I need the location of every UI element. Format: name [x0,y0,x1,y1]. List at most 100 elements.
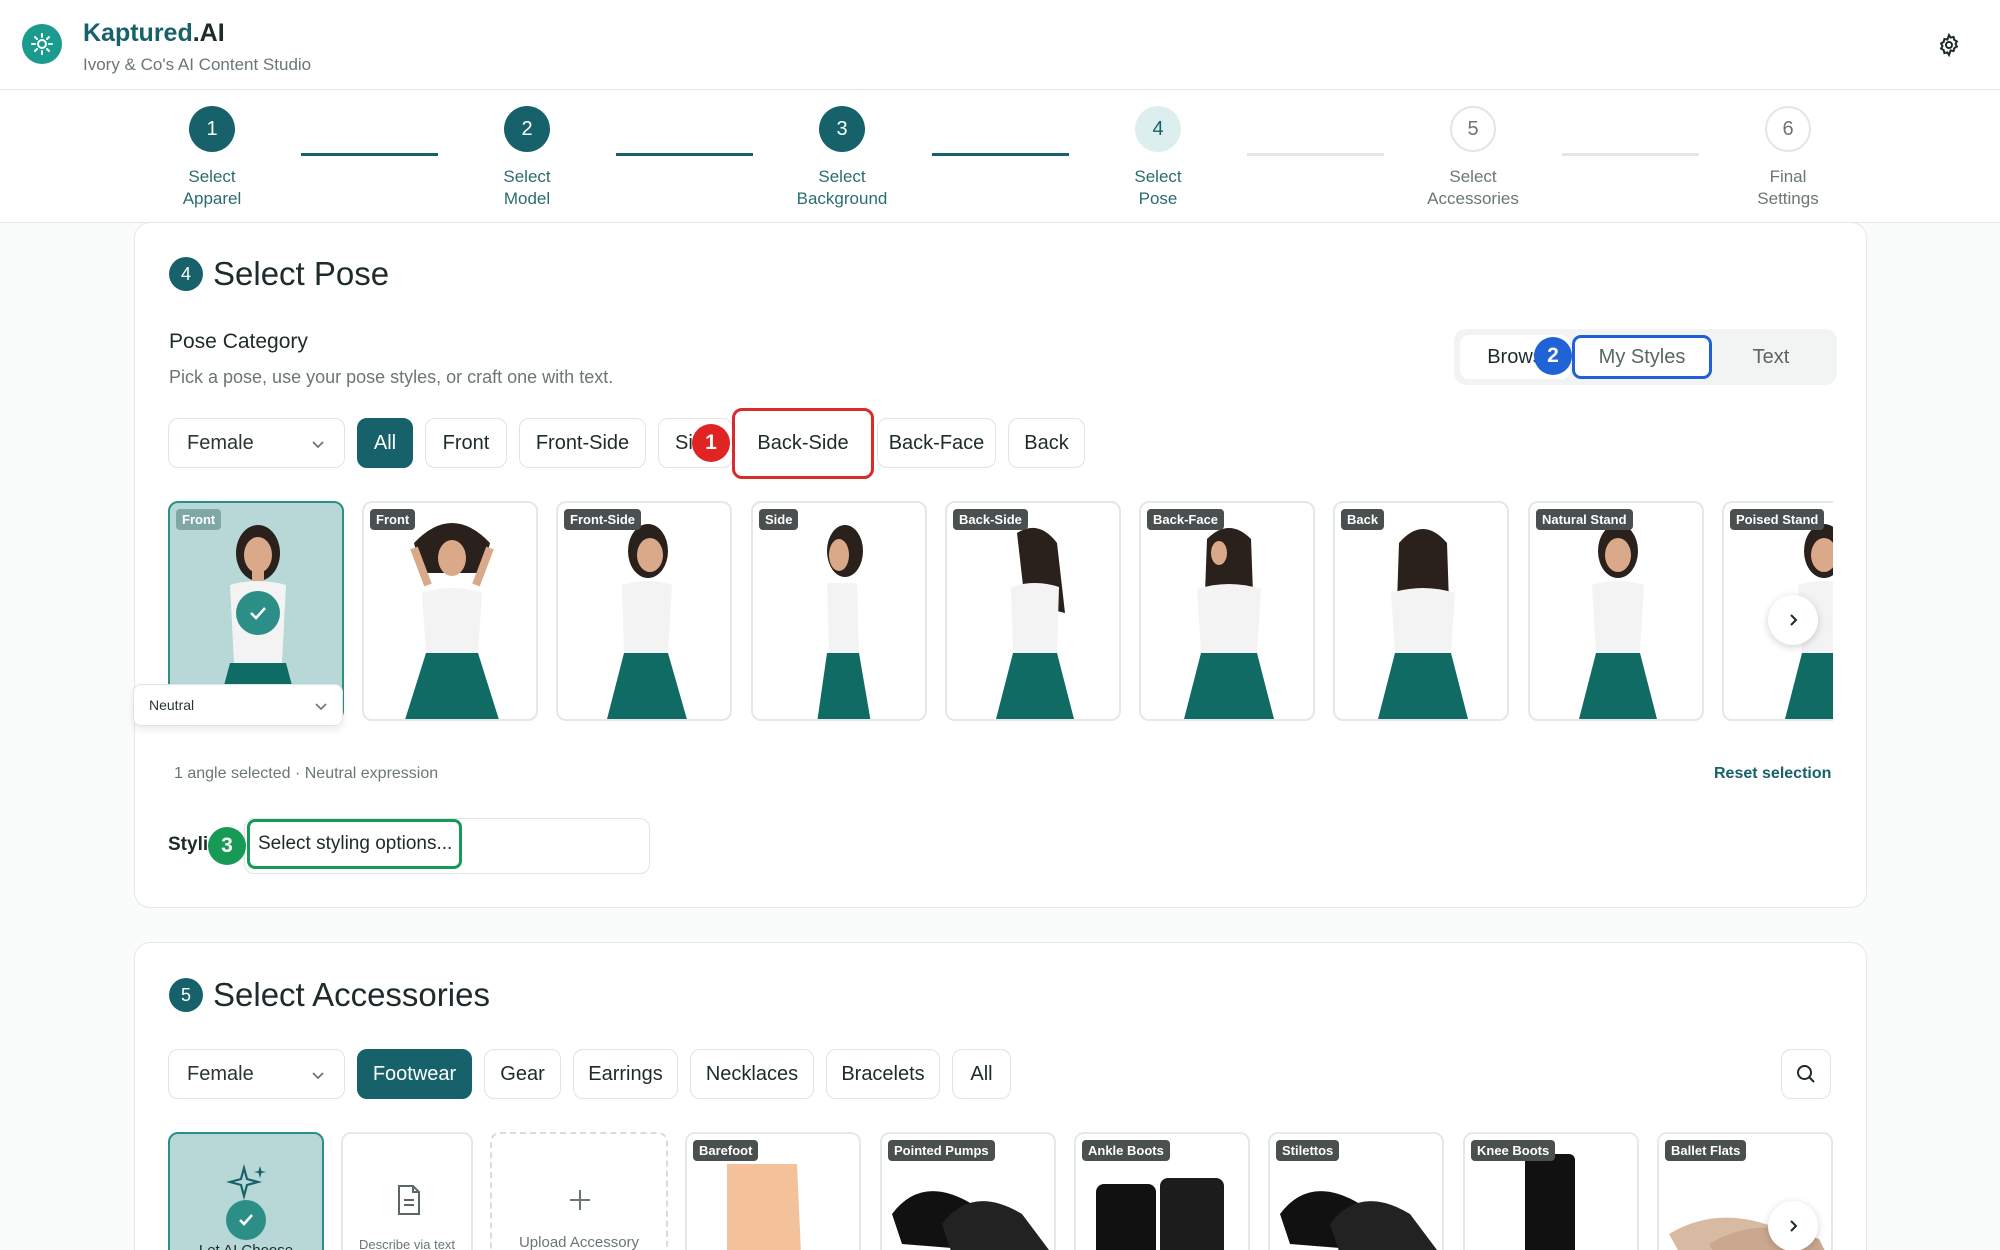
accessory-tile-stilettos[interactable]: Stilettos [1268,1132,1444,1250]
model-figure-back [1378,529,1468,719]
accessory-gender-select[interactable]: Female [168,1049,345,1099]
accessory-carousel-next-button[interactable] [1768,1201,1818,1250]
step-label: Select Background [796,167,888,208]
model-figure-natural-stand [1579,524,1657,719]
pose-filter-front-side[interactable]: Front-Side [519,418,646,468]
annotation-badge-1: 1 [692,424,730,462]
document-icon [398,1185,420,1215]
annotation-badge-3: 3 [208,827,246,865]
accessory-tile-barefoot[interactable]: Barefoot [685,1132,861,1250]
annotation-badge-2: 2 [1534,337,1572,375]
pose-tile-back[interactable]: Back [1333,501,1509,721]
pose-gender-select[interactable]: Female [168,418,345,468]
step-select-accessories[interactable]: 5 Select Accessories [1398,106,1548,210]
step-select-model[interactable]: 2 Select Model [452,106,602,210]
pose-tile-front[interactable]: Front [362,501,538,721]
pose-tag: Poised Stand [1730,509,1825,530]
pose-filter-back-side[interactable]: Back-Side [732,408,874,479]
accessory-tag: Ankle Boots [1082,1140,1170,1161]
check-icon [226,1200,266,1240]
accessory-tag: Knee Boots [1471,1140,1556,1161]
step-select-background[interactable]: 3 Select Background [767,106,917,210]
pose-tag: Front-Side [564,509,641,530]
pose-tile-natural-stand[interactable]: Natural Stand [1528,501,1704,721]
expression-select[interactable]: Neutral [133,684,343,726]
gender-value: Female [187,1063,254,1085]
upload-accessory-tile[interactable]: Upload Accessory [490,1132,668,1250]
describe-via-text-tile[interactable]: Describe via text [341,1132,473,1250]
reset-selection-link[interactable]: Reset selection [1714,765,1831,783]
pose-tag: Front [370,509,416,530]
step-select-pose[interactable]: 4 Select Pose [1083,106,1233,210]
step-number: 4 [1135,106,1181,152]
step-label: Select Model [503,167,551,208]
chevron-down-icon [312,1072,324,1080]
pose-tile-side[interactable]: Side [751,501,927,721]
accessory-tag: Stilettos [1276,1140,1340,1161]
accessory-filter-earrings[interactable]: Earrings [573,1049,678,1099]
accessory-filter-gear[interactable]: Gear [484,1049,561,1099]
pose-category-title: Pose Category [169,330,308,353]
section-number: 5 [169,978,203,1012]
pose-carousel: Front Front Front-Side Side Back-Side Ba… [168,500,1833,736]
accessory-tile-knee-boots[interactable]: Knee Boots [1463,1132,1639,1250]
accessory-filter-necklaces[interactable]: Necklaces [690,1049,814,1099]
pose-tag: Back-Side [953,509,1028,530]
pose-carousel-next-button[interactable] [1768,595,1818,645]
step-connector [1247,153,1384,156]
pose-tile-back-face[interactable]: Back-Face [1139,501,1315,721]
text-mode-button[interactable]: Text [1716,335,1826,379]
accessory-tile-pointed-pumps[interactable]: Pointed Pumps [880,1132,1056,1250]
app-header: Kaptured.AI Ivory & Co's AI Content Stud… [0,0,2000,90]
pose-category-description: Pick a pose, use your pose styles, or cr… [169,367,614,387]
pose-tile-front-side[interactable]: Front-Side [556,501,732,721]
pose-filter-front[interactable]: Front [425,418,507,468]
accessory-filter-all[interactable]: All [952,1049,1011,1099]
pose-filter-back[interactable]: Back [1008,418,1085,468]
accessory-carousel: Let AI Choose Describe via text Upload A… [0,1132,2000,1250]
accessory-filter-footwear[interactable]: Footwear [357,1049,472,1099]
brand-name: Kaptured.AI [83,19,225,47]
accessory-tile-ankle-boots[interactable]: Ankle Boots [1074,1132,1250,1250]
accessory-search-button[interactable] [1781,1049,1831,1099]
model-figure-front [405,523,499,719]
gear-icon[interactable] [1937,32,1961,58]
chevron-right-icon [1790,1220,1798,1232]
model-figure-back-face [1184,528,1274,719]
pose-tag: Side [759,509,799,530]
styling-select[interactable]: Select styling options... [247,819,462,869]
pose-tag: Natural Stand [1536,509,1633,530]
model-figure-back-side [996,527,1074,719]
search-icon [1797,1065,1815,1083]
step-label: Final Settings [1757,167,1819,208]
gender-value: Female [187,432,254,454]
step-label: Select Apparel [182,167,242,208]
accessory-filter-bracelets[interactable]: Bracelets [826,1049,940,1099]
chevron-right-icon [1790,614,1798,626]
selection-status: 1 angle selected · Neutral expression [174,765,439,782]
check-icon [236,591,280,635]
step-connector [932,153,1069,156]
step-final-settings[interactable]: 6 Final Settings [1713,106,1863,210]
pose-filter-back-face[interactable]: Back-Face [877,418,996,468]
plus-icon [570,1190,590,1210]
let-ai-choose-tile[interactable]: Let AI Choose [168,1132,324,1250]
pose-tag: Back [1341,509,1385,530]
section-number: 4 [169,257,203,291]
my-styles-mode-button[interactable]: My Styles [1572,335,1712,379]
step-number: 3 [819,106,865,152]
step-number: 6 [1765,106,1811,152]
step-select-apparel[interactable]: 1 Select Apparel [137,106,287,210]
step-label: Select Pose [1134,167,1182,208]
special-tile-label: Upload Accessory [518,1234,640,1250]
step-connector [1562,153,1699,156]
section-title: Select Pose [213,255,390,292]
step-number: 2 [504,106,550,152]
step-connector [616,153,753,156]
accessory-tag: Ballet Flats [1665,1140,1747,1161]
model-figure-front-side [607,524,687,719]
logo-icon [22,24,62,64]
pose-tile-back-side[interactable]: Back-Side [945,501,1121,721]
pose-tag: Back-Face [1147,509,1225,530]
pose-filter-all[interactable]: All [357,418,413,468]
